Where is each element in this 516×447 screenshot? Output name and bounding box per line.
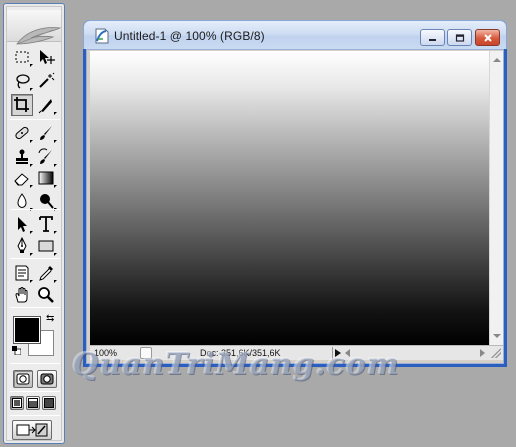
eyedropper-icon xyxy=(39,266,53,281)
watermark-text: QuanTriMang.com xyxy=(72,347,400,382)
magic-wand-tool[interactable] xyxy=(35,70,57,92)
tools-palette: ⇆ xyxy=(3,3,65,444)
feather-logo-icon xyxy=(16,27,62,45)
eraser-tool[interactable] xyxy=(11,167,33,189)
brush-tool[interactable] xyxy=(35,122,57,144)
crop-icon xyxy=(14,97,29,112)
swap-colors-icon[interactable]: ⇆ xyxy=(46,314,54,324)
path-selection-icon xyxy=(18,217,27,232)
rectangular-marquee-icon xyxy=(15,51,29,63)
hand-icon xyxy=(15,287,28,303)
full-screen-mode-button[interactable] xyxy=(42,396,56,410)
rectangle-shape-icon xyxy=(38,240,54,252)
scroll-down-icon[interactable] xyxy=(493,334,501,338)
eraser-icon xyxy=(14,173,29,186)
maximize-button[interactable] xyxy=(447,29,472,46)
image-canvas[interactable] xyxy=(90,51,489,345)
document-title-bar[interactable]: Untitled-1 @ 100% (RGB/8) xyxy=(83,20,507,49)
clone-stamp-tool[interactable] xyxy=(11,146,33,168)
scroll-up-icon[interactable] xyxy=(493,58,501,62)
pen-tool[interactable] xyxy=(11,235,33,257)
tool-separator xyxy=(10,258,60,259)
zoom-icon xyxy=(38,287,54,303)
resize-grip-icon[interactable] xyxy=(491,348,501,358)
full-screen-icon xyxy=(44,398,54,408)
tool-separator xyxy=(10,415,60,416)
history-brush-icon xyxy=(38,148,52,164)
history-brush-tool[interactable] xyxy=(35,146,57,168)
rectangle-shape-tool[interactable] xyxy=(35,235,57,257)
type-tool[interactable] xyxy=(35,213,57,235)
notes-icon xyxy=(15,265,29,281)
full-screen-menu-mode-button[interactable] xyxy=(26,396,40,410)
close-button[interactable] xyxy=(475,29,500,46)
crop-tool[interactable] xyxy=(11,94,33,116)
photoshop-document-icon xyxy=(95,28,109,44)
document-window: Untitled-1 @ 100% (RGB/8) 100% Doc: 351,… xyxy=(83,20,507,367)
jump-to-imageready-icon xyxy=(16,423,48,437)
tool-separator xyxy=(10,391,60,392)
type-icon xyxy=(39,216,53,232)
blur-icon xyxy=(17,193,27,208)
tool-separator xyxy=(10,307,60,308)
gradient-tool[interactable] xyxy=(35,167,57,189)
tool-separator xyxy=(10,363,60,364)
slice-tool[interactable] xyxy=(35,94,57,116)
quick-mask-mode-icon xyxy=(40,373,54,385)
zoom-tool[interactable] xyxy=(35,284,57,306)
palette-header[interactable] xyxy=(7,10,62,45)
lasso-tool[interactable] xyxy=(11,70,33,92)
foreground-color-swatch[interactable] xyxy=(13,316,41,344)
slice-icon xyxy=(38,99,52,114)
healing-brush-tool[interactable] xyxy=(11,122,33,144)
full-screen-menu-icon xyxy=(28,398,38,408)
clone-stamp-icon xyxy=(16,149,28,164)
lasso-icon xyxy=(16,74,30,89)
jump-to-imageready-button[interactable] xyxy=(12,420,52,440)
default-colors-icon[interactable] xyxy=(12,346,21,355)
rectangular-marquee-tool[interactable] xyxy=(11,46,33,68)
tool-separator xyxy=(10,209,60,210)
path-selection-tool[interactable] xyxy=(11,213,33,235)
dodge-icon xyxy=(40,194,54,209)
healing-brush-icon xyxy=(15,126,29,140)
move-icon xyxy=(40,50,55,64)
standard-mode-button[interactable] xyxy=(13,370,33,388)
quick-mask-mode-button[interactable] xyxy=(37,370,57,388)
magic-wand-icon xyxy=(39,72,55,88)
notes-tool[interactable] xyxy=(11,262,33,284)
document-title: Untitled-1 @ 100% (RGB/8) xyxy=(114,29,265,43)
gradient-icon xyxy=(38,171,54,185)
hand-tool[interactable] xyxy=(11,284,33,306)
scroll-right-icon[interactable] xyxy=(480,349,485,357)
vertical-scrollbar[interactable] xyxy=(489,51,503,345)
standard-screen-icon xyxy=(12,398,22,408)
close-icon xyxy=(483,33,492,42)
pen-icon xyxy=(17,237,27,253)
eyedropper-tool[interactable] xyxy=(35,262,57,284)
minimize-icon xyxy=(428,38,436,41)
minimize-button[interactable] xyxy=(420,29,445,46)
move-tool[interactable] xyxy=(35,46,57,68)
maximize-icon xyxy=(455,33,464,42)
tool-separator xyxy=(10,119,60,120)
standard-screen-mode-button[interactable] xyxy=(10,396,24,410)
standard-mode-icon xyxy=(16,373,30,385)
brush-icon xyxy=(40,126,52,140)
